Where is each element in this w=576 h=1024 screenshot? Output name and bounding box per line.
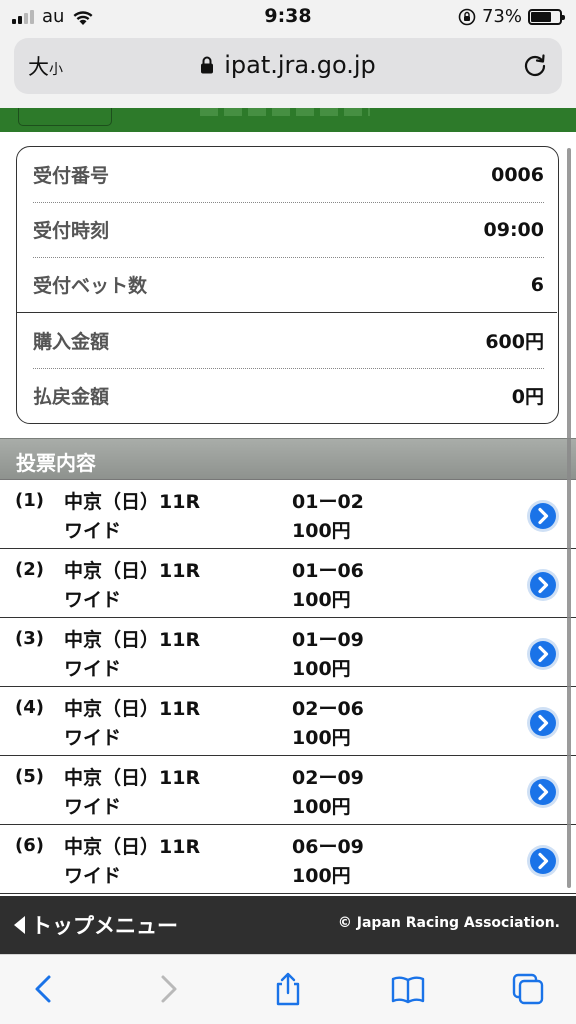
header-title-fragment xyxy=(200,108,370,116)
top-menu-link[interactable]: トップメニュー xyxy=(14,910,178,940)
bookmarks-icon[interactable] xyxy=(390,971,426,1007)
battery-icon xyxy=(528,8,565,25)
list-item[interactable]: (2) 中京（日）11R ワイド 01ー06 100円 xyxy=(0,549,576,618)
url-text: ipat.jra.go.jp xyxy=(224,51,376,79)
chevron-right-icon[interactable] xyxy=(526,568,560,602)
section-header: 投票内容 xyxy=(0,438,576,480)
battery-percent: 73% xyxy=(481,6,522,27)
summary-row-purchase-amount: 購入金額 600円 xyxy=(33,331,544,353)
summary-row-receipt-time: 受付時刻 09:00 xyxy=(33,218,544,243)
list-item[interactable]: (6) 中京（日）11R ワイド 06ー09 100円 xyxy=(0,825,576,894)
scroll-indicator[interactable] xyxy=(567,148,571,888)
address-bar-area: 大小 ipat.jra.go.jp xyxy=(0,36,576,108)
header-button[interactable] xyxy=(18,108,112,126)
lock-icon xyxy=(201,56,214,74)
copyright: © Japan Racing Association. xyxy=(337,915,560,931)
page-footer: トップメニュー © Japan Racing Association. xyxy=(0,896,576,954)
back-icon[interactable] xyxy=(26,971,62,1007)
receipt-summary: 受付番号 0006 受付時刻 09:00 受付ベット数 6 購入金額 600円 … xyxy=(16,146,559,424)
chevron-right-icon[interactable] xyxy=(526,637,560,671)
rotation-lock-icon xyxy=(458,8,476,25)
list-item[interactable]: (3) 中京（日）11R ワイド 01ー09 100円 xyxy=(0,618,576,687)
status-right: 73% xyxy=(458,6,565,27)
chevron-right-icon[interactable] xyxy=(526,706,560,740)
chevron-right-icon[interactable] xyxy=(526,499,560,533)
status-bar: au 9:38 73% xyxy=(0,0,576,36)
reload-icon[interactable] xyxy=(522,52,548,80)
url-field[interactable]: ipat.jra.go.jp xyxy=(14,51,562,79)
forward-icon[interactable] xyxy=(150,971,186,1007)
tabs-icon[interactable] xyxy=(510,971,546,1007)
back-arrow-icon xyxy=(14,916,25,934)
share-icon[interactable] xyxy=(270,971,306,1007)
list-item[interactable]: (5) 中京（日）11R ワイド 02ー09 100円 xyxy=(0,756,576,825)
chevron-right-icon[interactable] xyxy=(526,844,560,878)
list-item[interactable]: (4) 中京（日）11R ワイド 02ー06 100円 xyxy=(0,687,576,756)
summary-row-receipt-number: 受付番号 0006 xyxy=(33,163,544,188)
list-item[interactable]: (1) 中京（日）11R ワイド 01ー02 100円 xyxy=(0,480,576,549)
address-bar[interactable]: 大小 ipat.jra.go.jp xyxy=(14,38,562,94)
chevron-right-icon[interactable] xyxy=(526,775,560,809)
browser-toolbar xyxy=(0,954,576,1024)
summary-row-payout-amount: 払戻金額 0円 xyxy=(33,386,544,408)
summary-row-bet-count: 受付ベット数 6 xyxy=(33,273,544,298)
page-header-strip xyxy=(0,108,576,132)
section-title: 投票内容 xyxy=(16,451,96,475)
